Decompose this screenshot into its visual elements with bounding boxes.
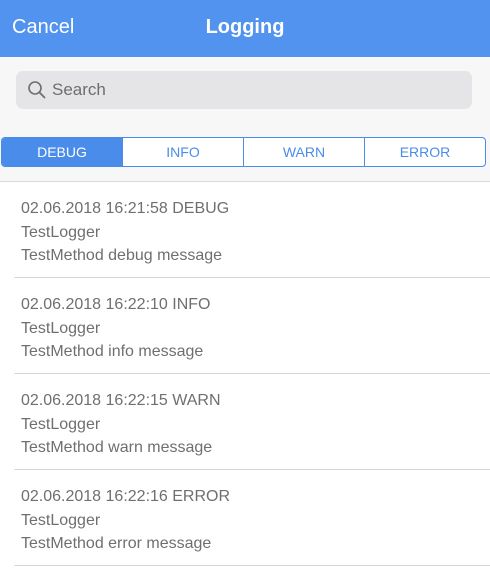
segment-error[interactable]: ERROR: [364, 138, 485, 166]
log-logger: TestLogger: [21, 223, 101, 241]
segment-warn[interactable]: WARN: [243, 138, 364, 166]
search-input[interactable]: [52, 71, 462, 109]
log-header: 02.06.2018 16:21:58 DEBUG: [21, 200, 230, 217]
segmented-control: DEBUG INFO WARN ERROR: [1, 137, 486, 167]
log-entry[interactable]: 02.06.2018 16:21:58 DEBUG TestLogger Tes…: [0, 182, 490, 278]
segment-info[interactable]: INFO: [122, 138, 243, 166]
log-header: 02.06.2018 16:22:10 INFO: [21, 296, 211, 313]
log-message: TestMethod error message: [21, 535, 212, 552]
log-level-filter: DEBUG INFO WARN ERROR: [0, 123, 490, 182]
segment-debug[interactable]: DEBUG: [2, 138, 122, 166]
log-list: 02.06.2018 16:21:58 DEBUG TestLogger Tes…: [0, 182, 490, 566]
log-entry[interactable]: 02.06.2018 16:22:16 ERROR TestLogger Tes…: [0, 470, 490, 566]
log-message: TestMethod warn message: [21, 439, 213, 456]
navigation-bar: Cancel Logging: [0, 0, 490, 57]
cancel-button[interactable]: Cancel: [12, 16, 74, 39]
log-header: 02.06.2018 16:22:16 ERROR: [21, 488, 231, 505]
log-entry[interactable]: 02.06.2018 16:22:10 INFO TestLogger Test…: [0, 278, 490, 374]
search-bar: [0, 57, 490, 123]
log-message: TestMethod debug message: [21, 247, 223, 264]
log-message: TestMethod info message: [21, 343, 204, 360]
log-logger: TestLogger: [21, 319, 101, 337]
log-header: 02.06.2018 16:22:15 WARN: [21, 392, 221, 409]
divider: [14, 565, 490, 566]
page-title: Logging: [205, 16, 285, 38]
log-logger: TestLogger: [21, 511, 101, 529]
search-box[interactable]: [16, 71, 472, 109]
search-icon: [28, 81, 46, 99]
log-entry[interactable]: 02.06.2018 16:22:15 WARN TestLogger Test…: [0, 374, 490, 470]
log-logger: TestLogger: [21, 415, 101, 433]
